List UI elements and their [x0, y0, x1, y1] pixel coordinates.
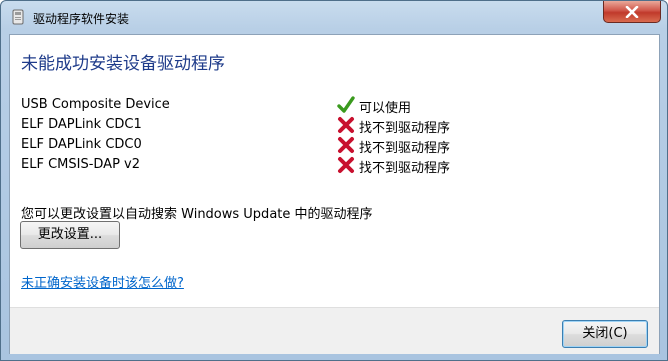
driver-device-icon	[12, 9, 24, 25]
windows-update-hint: 您可以更改设置以自动搜索 Windows Update 中的驱动程序	[21, 207, 373, 222]
device-name: ELF CMSIS-DAP v2	[21, 157, 140, 172]
device-name: ELF DAPLink CDC1	[21, 117, 142, 132]
device-name: USB Composite Device	[21, 97, 170, 112]
device-row: ELF DAPLink CDC1 找不到驱动程序	[21, 116, 651, 136]
device-row: USB Composite Device 可以使用	[21, 96, 651, 116]
device-status: 找不到驱动程序	[359, 161, 451, 176]
device-row: ELF CMSIS-DAP v2 找不到驱动程序	[21, 156, 651, 176]
installer-window: 驱动程序软件安装 未能成功安装设备驱动程序 USB Composite Devi…	[0, 0, 668, 361]
close-icon	[625, 5, 639, 18]
device-status: 找不到驱动程序	[359, 141, 451, 156]
error-x-icon	[338, 157, 354, 173]
window-close-button[interactable]	[603, 1, 661, 23]
device-name: ELF DAPLink CDC0	[21, 137, 142, 152]
error-x-icon	[338, 137, 354, 153]
device-row: ELF DAPLink CDC0 找不到驱动程序	[21, 136, 651, 156]
page-title: 未能成功安装设备驱动程序	[21, 54, 225, 74]
title-bar[interactable]: 驱动程序软件安装	[1, 1, 667, 33]
close-button[interactable]: 关闭(C)	[562, 320, 648, 348]
change-settings-button[interactable]: 更改设置...	[20, 221, 120, 249]
check-icon	[337, 96, 355, 113]
dialog-content: 未能成功安装设备驱动程序 USB Composite Device 可以使用 E…	[9, 34, 660, 354]
error-x-icon	[338, 117, 354, 133]
window-title: 驱动程序软件安装	[33, 12, 130, 26]
help-link[interactable]: 未正确安装设备时该怎么做?	[21, 272, 184, 291]
dialog-footer: 关闭(C)	[10, 307, 659, 354]
device-status: 可以使用	[359, 101, 412, 116]
device-status: 找不到驱动程序	[359, 121, 451, 136]
